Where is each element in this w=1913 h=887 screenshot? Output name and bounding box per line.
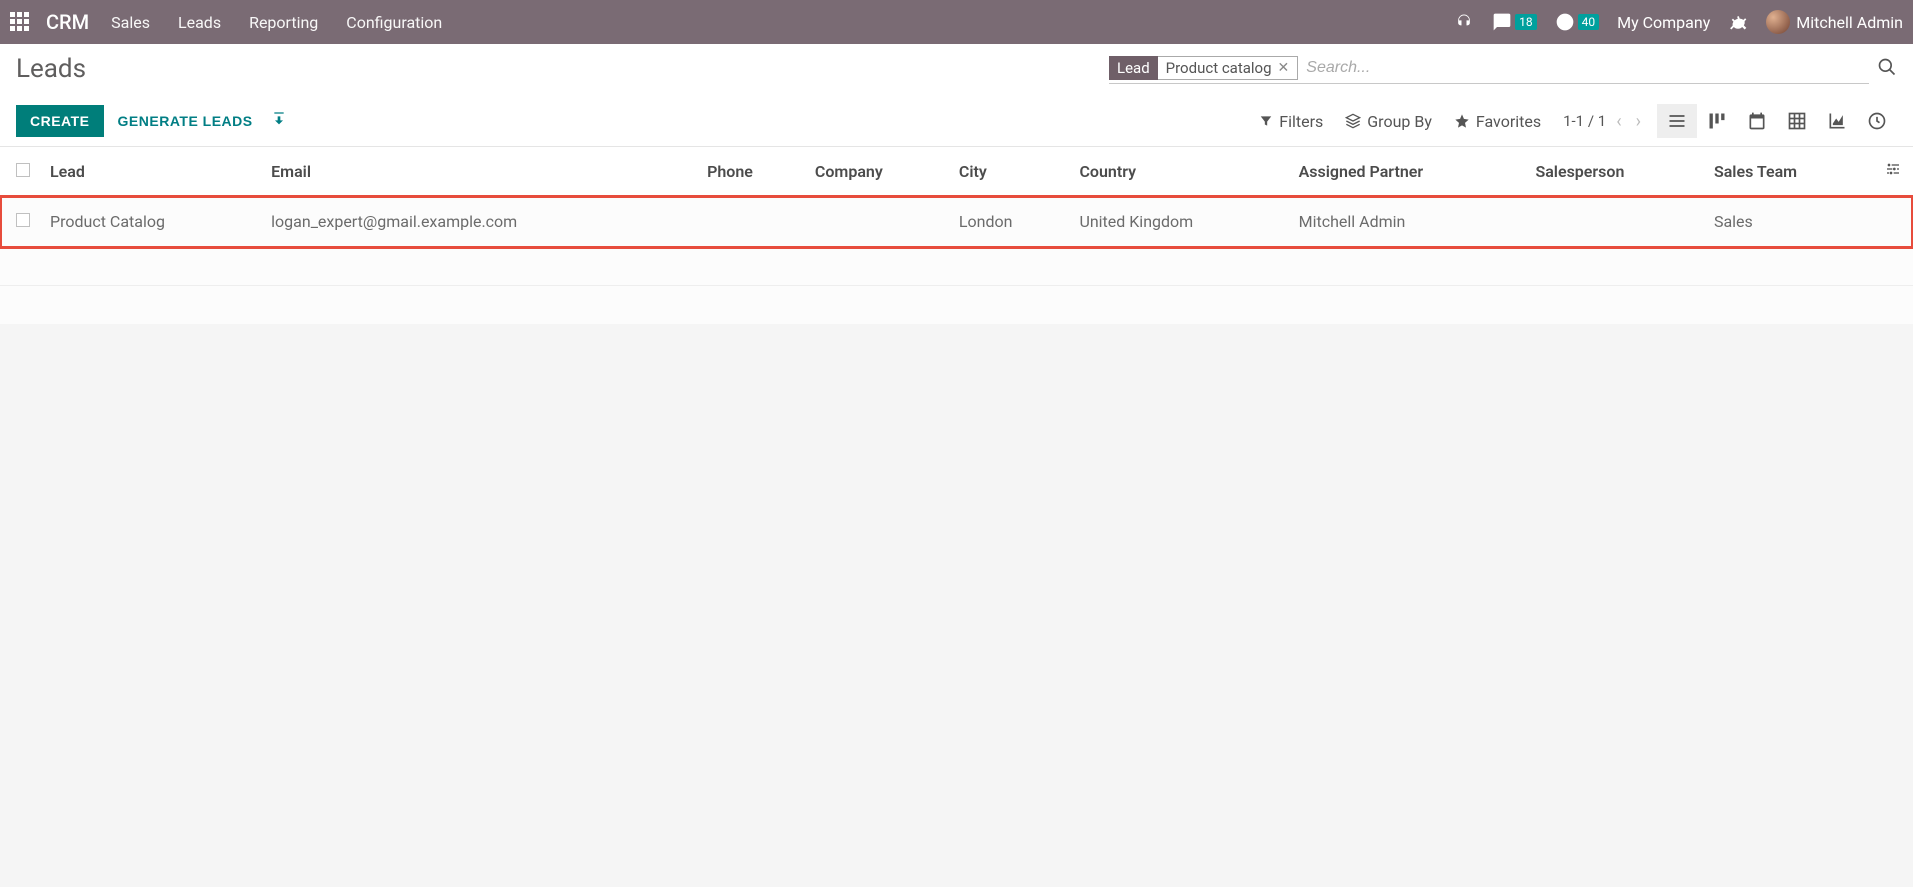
col-city[interactable]: City	[949, 147, 1070, 196]
view-graph-icon[interactable]	[1817, 104, 1857, 138]
user-name: Mitchell Admin	[1796, 13, 1903, 32]
view-list-icon[interactable]	[1657, 104, 1697, 138]
cell-lead: Product Catalog	[40, 196, 261, 248]
search-box[interactable]: Lead Product catalog ✕	[1109, 55, 1869, 84]
col-assigned-partner[interactable]: Assigned Partner	[1289, 147, 1526, 196]
cell-email: logan_expert@gmail.example.com	[261, 196, 697, 248]
avatar-icon	[1766, 10, 1790, 34]
table-empty-row	[0, 248, 1913, 286]
optional-columns-icon[interactable]	[1873, 147, 1913, 196]
generate-leads-button[interactable]: GENERATE LEADS	[118, 113, 253, 129]
filters-menu[interactable]: Filters	[1259, 112, 1323, 131]
col-country[interactable]: Country	[1069, 147, 1288, 196]
select-all-checkbox[interactable]	[16, 163, 30, 177]
remove-facet-icon[interactable]: ✕	[1278, 60, 1290, 76]
groupby-menu[interactable]: Group By	[1345, 112, 1432, 131]
list-view: Lead Email Phone Company City Country As…	[0, 147, 1913, 324]
cell-phone	[697, 196, 805, 248]
view-activity-icon[interactable]	[1857, 104, 1897, 138]
user-menu[interactable]: Mitchell Admin	[1766, 10, 1903, 34]
pager-next-icon[interactable]: ›	[1632, 111, 1645, 132]
search-facet-key: Lead	[1109, 56, 1158, 80]
view-calendar-icon[interactable]	[1737, 104, 1777, 138]
apps-menu-icon[interactable]	[10, 12, 30, 32]
row-checkbox[interactable]	[16, 213, 30, 227]
view-kanban-icon[interactable]	[1697, 104, 1737, 138]
pager-prev-icon[interactable]: ‹	[1612, 111, 1625, 132]
table-empty-row	[0, 286, 1913, 324]
cell-salesperson	[1525, 196, 1704, 248]
messages-button[interactable]: 18	[1492, 12, 1537, 32]
activities-badge: 40	[1578, 14, 1600, 30]
col-phone[interactable]: Phone	[697, 147, 805, 196]
top-navbar: CRM Sales Leads Reporting Configuration …	[0, 0, 1913, 44]
col-salesperson[interactable]: Salesperson	[1525, 147, 1704, 196]
company-switcher[interactable]: My Company	[1617, 13, 1710, 32]
search-input[interactable]	[1298, 55, 1869, 81]
favorites-menu[interactable]: Favorites	[1454, 112, 1541, 131]
activities-button[interactable]: 40	[1555, 12, 1600, 32]
messages-badge: 18	[1515, 14, 1537, 30]
breadcrumb: Leads	[16, 54, 86, 84]
table-row[interactable]: Product Catalog logan_expert@gmail.examp…	[0, 196, 1913, 248]
debug-icon[interactable]	[1728, 12, 1748, 32]
cell-company	[805, 196, 949, 248]
create-button[interactable]: CREATE	[16, 105, 104, 137]
menu-configuration[interactable]: Configuration	[346, 13, 442, 32]
col-company[interactable]: Company	[805, 147, 949, 196]
cell-city: London	[949, 196, 1070, 248]
support-icon[interactable]	[1454, 12, 1474, 32]
col-email[interactable]: Email	[261, 147, 697, 196]
cell-sales-team: Sales	[1704, 196, 1873, 248]
view-pivot-icon[interactable]	[1777, 104, 1817, 138]
search-facet-value: Product catalog ✕	[1158, 56, 1299, 80]
app-brand[interactable]: CRM	[46, 10, 89, 34]
col-lead[interactable]: Lead	[40, 147, 261, 196]
view-switcher	[1657, 104, 1897, 138]
menu-sales[interactable]: Sales	[111, 13, 150, 32]
menu-leads[interactable]: Leads	[178, 13, 221, 32]
col-sales-team[interactable]: Sales Team	[1704, 147, 1873, 196]
search-icon[interactable]	[1877, 57, 1897, 81]
pager: 1-1 / 1 ‹ ›	[1563, 111, 1645, 132]
cell-country: United Kingdom	[1069, 196, 1288, 248]
import-icon[interactable]	[271, 111, 287, 131]
cell-assigned-partner: Mitchell Admin	[1289, 196, 1526, 248]
menu-reporting[interactable]: Reporting	[249, 13, 318, 32]
control-panel: Leads Lead Product catalog ✕ CREATE GENE…	[0, 44, 1913, 147]
table-header-row: Lead Email Phone Company City Country As…	[0, 147, 1913, 196]
